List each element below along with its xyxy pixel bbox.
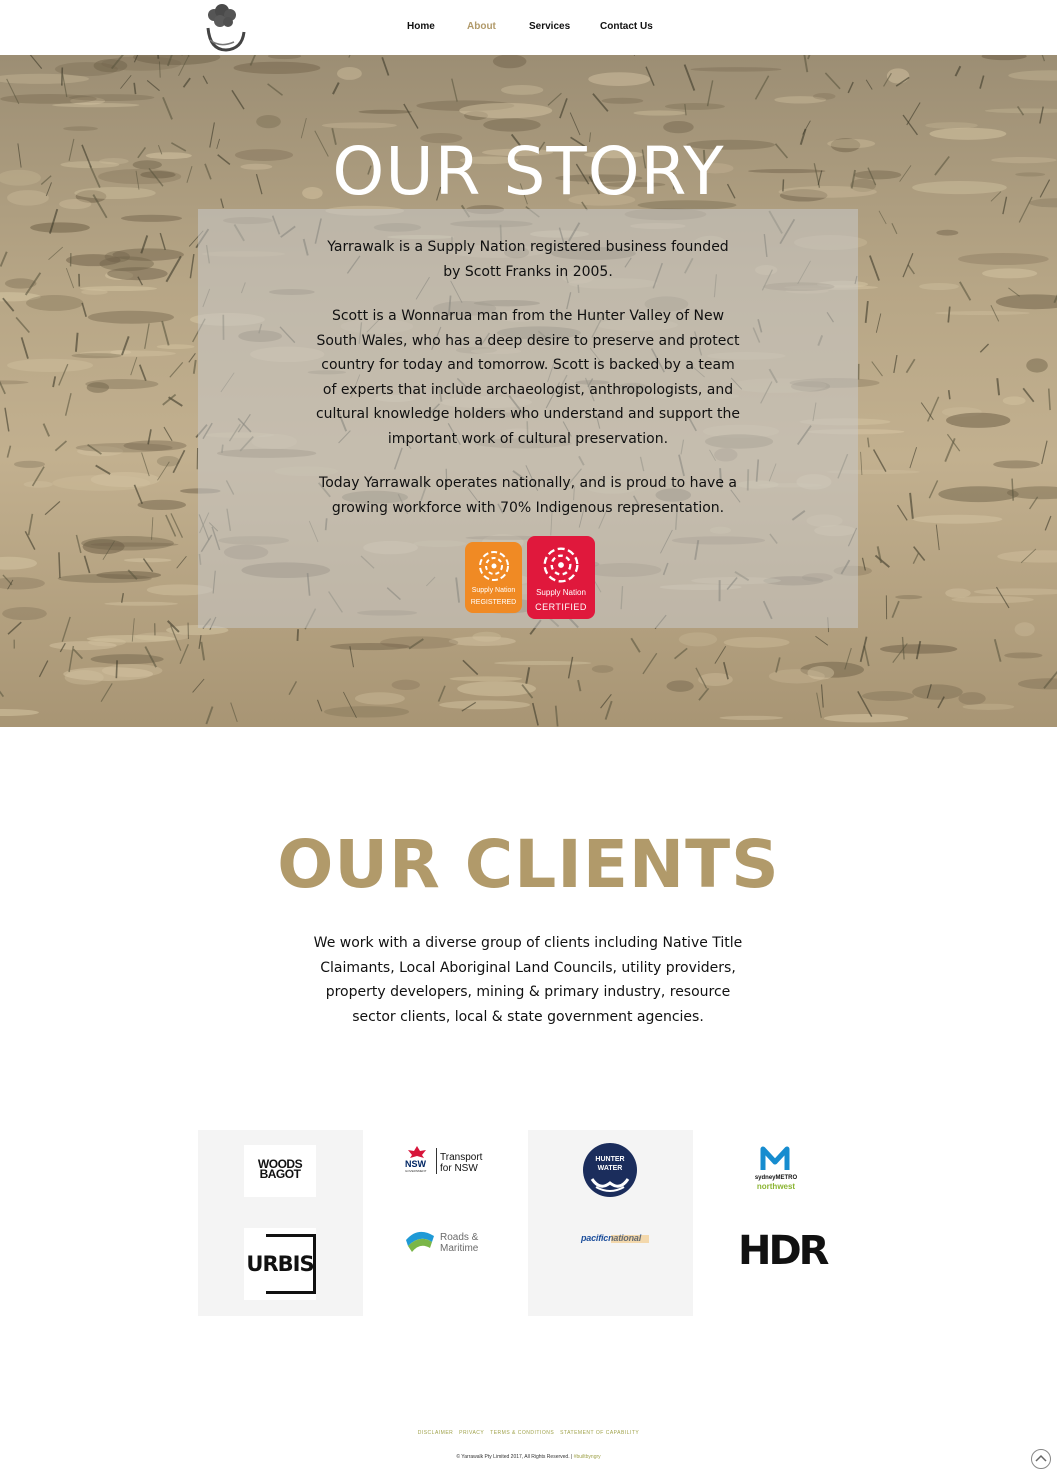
supply-nation-registered-badge: Supply Nation REGISTERED xyxy=(465,542,522,613)
main-nav: Home About Services Contact Us xyxy=(0,21,1057,37)
clients-heading: OUR CLIENTS xyxy=(277,826,780,903)
waratah-icon xyxy=(408,1146,426,1158)
footer-links: DISCLAIMER PRIVACY TERMS & CONDITIONS ST… xyxy=(0,1430,1057,1436)
story-panel: Yarrawalk is a Supply Nation registered … xyxy=(198,209,858,628)
nav-home[interactable]: Home xyxy=(407,21,435,32)
woods-bagot-logo[interactable]: WOODS BAGOT xyxy=(244,1145,316,1197)
supply-nation-icon xyxy=(543,547,579,583)
copyright: © Yarrawalk Pty Limited 2017, All Rights… xyxy=(456,1454,601,1460)
story-text: Yarrawalk is a Supply Nation registered … xyxy=(198,235,858,540)
wave-icon xyxy=(590,1178,630,1192)
scroll-to-top-button[interactable] xyxy=(1031,1449,1051,1469)
clients-description: We work with a diverse group of clients … xyxy=(313,935,743,1025)
story-paragraph-1: Yarrawalk is a Supply Nation registered … xyxy=(327,239,729,280)
transport-nsw-logo[interactable]: NSW GOVERNMENT Transport for NSW xyxy=(404,1145,488,1179)
metro-m-icon xyxy=(760,1146,790,1170)
site-header: Home About Services Contact Us xyxy=(0,0,1057,55)
roads-maritime-icon xyxy=(406,1231,434,1252)
hero-section: OUR STORY Yarrawalk is a Supply Nation r… xyxy=(0,55,1057,727)
supply-nation-certified-badge: Supply Nation CERTIFIED xyxy=(527,536,595,619)
footer-link-privacy[interactable]: PRIVACY xyxy=(459,1430,484,1436)
client-logo-grid: WOODS BAGOT NSW GOVERNMENT Transport for… xyxy=(198,1130,858,1316)
footer-link-capability[interactable]: STATEMENT OF CAPABILITY xyxy=(560,1430,639,1436)
supply-nation-badges: Supply Nation REGISTERED Supply Nation C… xyxy=(465,536,605,621)
footer-link-terms[interactable]: TERMS & CONDITIONS xyxy=(490,1430,554,1436)
nav-about[interactable]: About xyxy=(467,21,496,32)
hunter-water-logo[interactable]: HUNTER WATER xyxy=(583,1143,637,1197)
urbis-logo[interactable]: URBIS xyxy=(244,1228,316,1300)
nav-contact-us[interactable]: Contact Us xyxy=(600,21,653,32)
sydney-metro-northwest-logo[interactable]: sydneyMETRO northwest xyxy=(750,1146,802,1196)
footer-link-disclaimer[interactable]: DISCLAIMER xyxy=(418,1430,454,1436)
story-paragraph-3: Today Yarrawalk operates nationally, and… xyxy=(319,475,737,516)
nav-services[interactable]: Services xyxy=(529,21,570,32)
pacific-national-logo[interactable]: pacificnational xyxy=(573,1233,649,1247)
roads-maritime-logo[interactable]: Roads & Maritime xyxy=(404,1228,488,1258)
hdr-logo[interactable]: HDR xyxy=(738,1228,830,1274)
credit-link[interactable]: #builtbyngry xyxy=(574,1454,601,1460)
page-title: OUR STORY xyxy=(332,133,725,210)
story-paragraph-2: Scott is a Wonnarua man from the Hunter … xyxy=(315,308,741,447)
supply-nation-icon xyxy=(478,551,509,581)
chevron-up-icon xyxy=(1035,1454,1047,1462)
